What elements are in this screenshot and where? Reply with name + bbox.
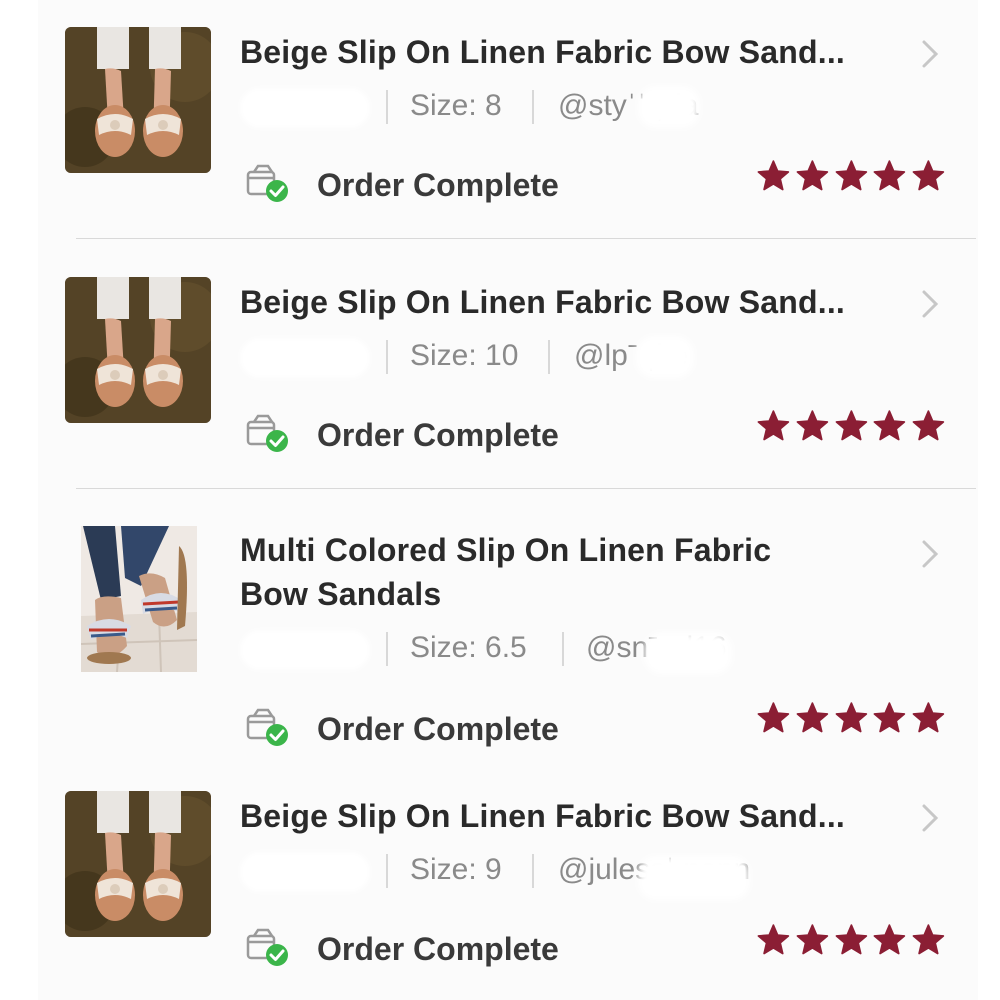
order-status: Order Complete [317, 167, 559, 203]
order-status: Order Complete [317, 711, 559, 747]
star-icon [796, 924, 828, 955]
product-title[interactable]: Beige Slip On Linen Fabric Bow Sand... [240, 30, 890, 74]
star-icon [796, 702, 828, 733]
order-meta: Size: 8 @styˈˈ ˏda [240, 86, 920, 128]
meta-separator [562, 632, 564, 666]
rating-stars [756, 922, 946, 962]
size-label: Size: 9 [410, 853, 502, 886]
product-title[interactable]: Beige Slip On Linen Fabric Bow Sand... [240, 794, 890, 838]
size-label: Size: 6.5 [410, 631, 527, 664]
star-icon [835, 924, 867, 955]
chevron-right-icon[interactable] [916, 36, 944, 72]
star-icon [835, 702, 867, 733]
star-icon [912, 924, 945, 955]
chevron-right-icon[interactable] [916, 800, 944, 836]
redacted-field [240, 338, 370, 378]
order-complete-icon [246, 708, 290, 748]
product-thumbnail[interactable] [65, 277, 211, 423]
redaction-smudge [638, 86, 700, 128]
order-complete-icon [246, 414, 290, 454]
product-title[interactable]: Multi Colored Slip On Linen Fabric Bow S… [240, 528, 890, 616]
order-history-panel: Beige Slip On Linen Fabric Bow Sand... S… [38, 0, 978, 1000]
meta-separator [548, 340, 550, 374]
order-meta: Size: 6.5 @snˉ ˏd16 [240, 628, 920, 674]
order-complete-icon [246, 164, 290, 204]
meta-separator [386, 854, 388, 888]
star-icon [796, 160, 828, 191]
meta-separator [532, 90, 534, 124]
star-icon [835, 160, 867, 191]
order-status: Order Complete [317, 931, 559, 967]
meta-separator [386, 90, 388, 124]
order-meta: Size: 10 @lpˉ ˌke [240, 336, 920, 378]
order-status: Order Complete [317, 417, 559, 453]
redaction-smudge [638, 856, 750, 900]
star-icon [873, 924, 906, 955]
star-icon [757, 160, 790, 191]
order-complete-icon [246, 928, 290, 968]
meta-separator [386, 340, 388, 374]
star-icon [757, 924, 790, 955]
star-icon [912, 410, 945, 441]
product-thumbnail[interactable] [81, 526, 197, 672]
order-meta: Size: 9 @julessˈ nann [240, 850, 920, 900]
star-icon [835, 410, 867, 441]
star-icon [757, 702, 790, 733]
redacted-field [240, 630, 370, 670]
size-label: Size: 10 [410, 339, 519, 372]
rating-stars [756, 158, 946, 198]
divider [76, 238, 976, 239]
redacted-field [240, 852, 370, 892]
product-title-line: Multi Colored Slip On Linen Fabric [240, 532, 772, 568]
divider [76, 488, 976, 489]
meta-separator [386, 632, 388, 666]
rating-stars [756, 700, 946, 740]
redacted-field [240, 88, 370, 128]
star-icon [757, 410, 790, 441]
chevron-right-icon[interactable] [916, 536, 944, 572]
product-thumbnail[interactable] [65, 791, 211, 937]
product-thumbnail[interactable] [65, 27, 211, 173]
product-title[interactable]: Beige Slip On Linen Fabric Bow Sand... [240, 280, 890, 324]
star-icon [873, 160, 906, 191]
redaction-smudge [644, 632, 732, 674]
star-icon [912, 702, 945, 733]
star-icon [912, 160, 945, 191]
star-icon [873, 410, 906, 441]
star-icon [796, 410, 828, 441]
star-icon [873, 702, 906, 733]
meta-separator [532, 854, 534, 888]
rating-stars [756, 408, 946, 448]
product-title-line: Bow Sandals [240, 576, 442, 612]
size-label: Size: 8 [410, 89, 502, 122]
redaction-smudge [636, 336, 694, 378]
chevron-right-icon[interactable] [916, 286, 944, 322]
